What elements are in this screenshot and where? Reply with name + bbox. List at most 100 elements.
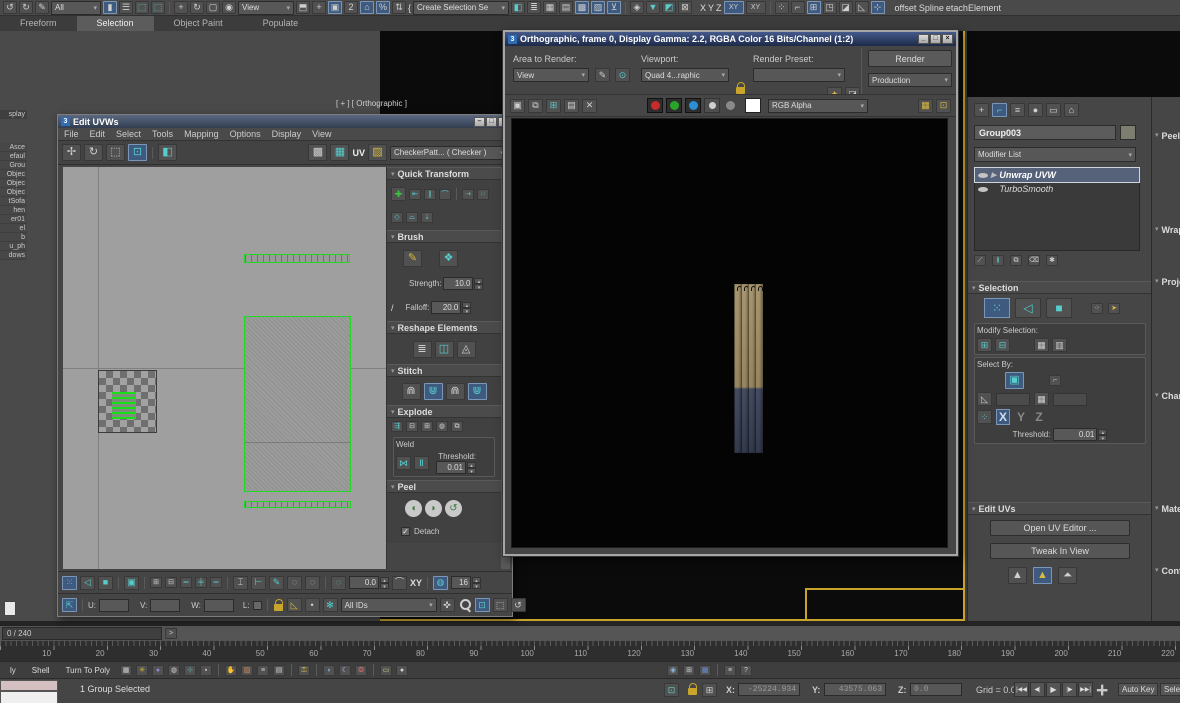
w-field[interactable] bbox=[204, 599, 234, 612]
falloff-sphere-icon[interactable]: ◍ bbox=[433, 576, 448, 590]
selection-filter-dropdown[interactable]: All▾ bbox=[51, 1, 101, 15]
polygon-sub-icon[interactable]: ■ bbox=[1046, 298, 1072, 318]
straighten-icon[interactable]: ◬ bbox=[457, 341, 476, 358]
help-shelf-icon[interactable]: ? bbox=[740, 665, 752, 676]
uv-element-main[interactable] bbox=[244, 316, 351, 492]
explorer-item[interactable]: tSofa bbox=[0, 197, 27, 206]
alpha-channel-icon[interactable] bbox=[726, 101, 735, 110]
corner-tool-icon[interactable]: ◳ bbox=[823, 1, 837, 14]
uv-space-label[interactable]: UV bbox=[352, 148, 365, 158]
edge-loop-icon[interactable]: ═ bbox=[210, 577, 222, 588]
auto-region-icon[interactable]: ⊙ bbox=[615, 68, 630, 82]
axis-x-button[interactable]: X bbox=[996, 409, 1010, 425]
peel-header[interactable]: ▾Peel bbox=[387, 480, 501, 493]
axes-shelf-icon[interactable]: ⊹ bbox=[184, 665, 196, 676]
sel-threshold-spinner[interactable]: 0.01▴▾ bbox=[1053, 428, 1107, 441]
pin-stack-icon[interactable]: ⟋ bbox=[974, 255, 986, 266]
key-shelf-icon[interactable]: ⚿ bbox=[298, 665, 310, 676]
angle-tool-icon[interactable]: ◺ bbox=[855, 1, 869, 14]
rotate-ccw-icon[interactable]: ⌒ bbox=[439, 189, 451, 200]
align-icon[interactable]: ≣ bbox=[527, 1, 541, 14]
edit-uvws-titlebar[interactable]: 3 Edit UVWs – □ × bbox=[58, 115, 512, 128]
vertex-sub-icon[interactable]: ⁙ bbox=[984, 298, 1010, 318]
checker-shelf-icon[interactable]: ▦ bbox=[120, 665, 132, 676]
display-tab-icon[interactable]: ▭ bbox=[1046, 103, 1061, 117]
render-mode-dropdown[interactable]: Production▾ bbox=[868, 73, 952, 87]
brush-header[interactable]: ▾Brush bbox=[387, 230, 501, 243]
red-shelf-icon[interactable]: ❂ bbox=[355, 665, 367, 676]
object-color-swatch[interactable] bbox=[1120, 125, 1136, 140]
ribbon-tab[interactable]: Populate bbox=[243, 16, 319, 31]
falloff-profile-icon[interactable]: ⌒ bbox=[392, 576, 407, 590]
prev-frame-icon[interactable]: ◀| bbox=[1030, 682, 1045, 697]
explorer-item[interactable]: Grou bbox=[0, 161, 27, 170]
flatten-id-icon[interactable]: ⊟ bbox=[406, 421, 418, 432]
modifier-visibility-icon[interactable] bbox=[978, 185, 988, 194]
falloff-size-spinner[interactable]: 16▴▾ bbox=[451, 576, 481, 589]
copy-icon[interactable]: ⊞ bbox=[546, 99, 561, 113]
isolate-selection-icon[interactable]: ⊡ bbox=[664, 683, 679, 697]
axis-y-button[interactable]: Y bbox=[1014, 410, 1028, 424]
paint-select-icon[interactable]: ✎ bbox=[269, 576, 284, 590]
explorer-item[interactable]: Objec bbox=[0, 179, 27, 188]
scale-icon[interactable]: ▢ bbox=[206, 1, 220, 14]
explorer-item[interactable]: Asce bbox=[0, 143, 27, 152]
soft-selection-spinner[interactable]: 0.0▴▾ bbox=[349, 576, 389, 589]
uv-freeform-icon[interactable]: ⊡ bbox=[128, 144, 147, 161]
vertex-mode-icon[interactable]: ⁙ bbox=[62, 576, 77, 590]
configure-sets-icon[interactable]: ✱ bbox=[1046, 255, 1058, 266]
falloff-curve-icon[interactable]: / bbox=[391, 303, 394, 313]
show-map-icon[interactable]: ▦ bbox=[330, 144, 349, 161]
pixel-snap-icon[interactable]: • bbox=[305, 598, 320, 612]
menu-item[interactable]: Mapping bbox=[184, 129, 219, 139]
v-field[interactable] bbox=[150, 599, 180, 612]
zoom-extents-icon[interactable]: ⬚ bbox=[493, 598, 508, 612]
space-h-icon[interactable]: ⇢ bbox=[462, 189, 474, 200]
listener-shelf-icon[interactable]: ≡ bbox=[724, 665, 736, 676]
make-unique-icon[interactable]: ⧉ bbox=[1010, 255, 1022, 266]
quick-peel-icon[interactable]: ◖ bbox=[405, 500, 422, 517]
select-by-name-icon[interactable]: ☰ bbox=[119, 1, 133, 14]
stitch-target-icon[interactable]: ⋓ bbox=[468, 383, 487, 400]
bone-tool-icon[interactable]: ⌐ bbox=[791, 1, 805, 14]
right-edge-rollout[interactable]: ▾Wrap bbox=[1155, 225, 1180, 235]
constraint-xy2-button[interactable]: XY bbox=[746, 1, 766, 14]
explorer-item[interactable]: splay bbox=[0, 110, 27, 119]
select-key-button[interactable]: Select bbox=[1160, 683, 1180, 696]
reshape-elements-header[interactable]: ▾Reshape Elements bbox=[387, 321, 501, 334]
named-selection-dropdown[interactable]: Create Selection Se▾ bbox=[413, 1, 509, 15]
modifier-list-dropdown[interactable]: Modifier List▾ bbox=[974, 147, 1136, 162]
zoom-selected-icon[interactable]: ↺ bbox=[511, 598, 526, 612]
rect-select-icon[interactable]: ⬚ bbox=[135, 1, 149, 14]
auto-key-button[interactable]: Auto Key bbox=[1118, 683, 1158, 696]
grow-icon[interactable]: ⊞ bbox=[977, 338, 992, 352]
minimize-icon[interactable]: _ bbox=[918, 34, 929, 44]
color-correction-icon[interactable]: ▦ bbox=[918, 99, 933, 113]
redo-icon[interactable]: ↻ bbox=[19, 1, 33, 14]
select-by-element-icon[interactable]: ⁘ bbox=[1091, 303, 1103, 314]
quick-transform-header[interactable]: ▾Quick Transform bbox=[387, 167, 501, 180]
stitch-header[interactable]: ▾Stitch bbox=[387, 364, 501, 377]
select-overlap-icon[interactable]: ⊢ bbox=[251, 576, 266, 590]
link-icon[interactable]: ✎ bbox=[35, 1, 49, 14]
right-edge-rollout[interactable]: ▾Mate bbox=[1155, 504, 1180, 514]
explorer-item[interactable]: efaul bbox=[0, 152, 27, 161]
detach-element-label[interactable]: etachElement bbox=[946, 3, 1001, 13]
falloff-space-label[interactable]: XY bbox=[410, 578, 422, 588]
align-dots-icon[interactable]: ⁘ bbox=[977, 410, 992, 424]
crossing-select-icon[interactable]: ⬚ bbox=[151, 1, 165, 14]
uv-element-strip-top[interactable] bbox=[244, 254, 350, 263]
material-editor-icon[interactable]: ⊻ bbox=[607, 1, 621, 14]
uv-element-strip-bottom[interactable] bbox=[244, 501, 351, 508]
uv-selected-element[interactable] bbox=[112, 392, 136, 419]
percent-snap-icon[interactable]: % bbox=[376, 1, 390, 14]
align-v-icon[interactable]: ∥ bbox=[424, 189, 436, 200]
edit-uvs-rollout-header[interactable]: ▾Edit UVs bbox=[968, 502, 1152, 515]
weld-threshold-spinner[interactable]: 0.01▴▾ bbox=[436, 461, 476, 474]
u-field[interactable] bbox=[99, 599, 129, 612]
strength-spinner[interactable]: 10.0▴▾ bbox=[443, 277, 483, 290]
moon-shelf-icon[interactable]: ☾ bbox=[339, 665, 351, 676]
viewport-label-fragment[interactable]: [ + ] [ Orthographic ] bbox=[336, 99, 407, 108]
render-setup-icon[interactable]: ◈ bbox=[630, 1, 644, 14]
select-element-icon[interactable]: ▣ bbox=[124, 576, 139, 590]
